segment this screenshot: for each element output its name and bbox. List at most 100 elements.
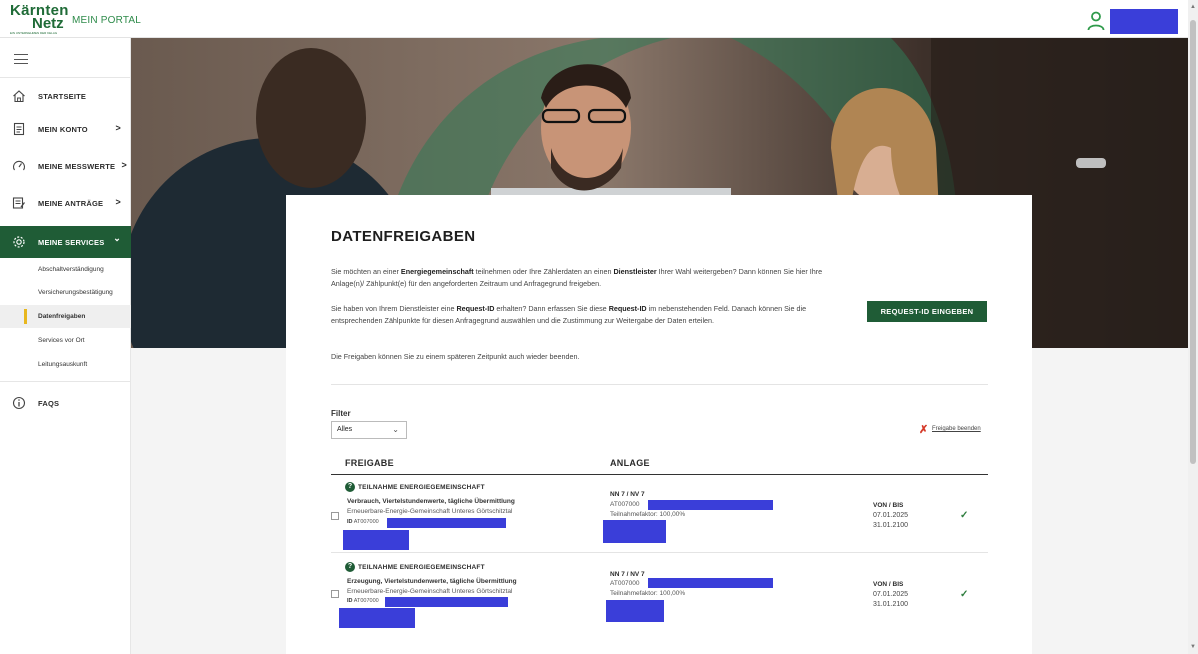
- factor-value: 100,00%: [659, 590, 686, 597]
- row-community-name: Erneuerbare-Energie-Gemeinschaft Unteres…: [347, 508, 513, 515]
- subitem-leitungsauskunft[interactable]: Leitungsauskunft: [0, 353, 131, 376]
- redacted-block: [606, 600, 664, 622]
- teilnahmefaktor: Teilnahmefaktor: 100,00%: [610, 590, 685, 597]
- home-icon: [0, 89, 38, 103]
- sidebar-item-label: MEINE SERVICES: [38, 237, 105, 247]
- user-icon[interactable]: [1087, 11, 1105, 31]
- sidebar-item-label: MEIN KONTO: [38, 124, 88, 134]
- help-icon[interactable]: ?: [345, 482, 355, 492]
- row-id: ID AT007000: [347, 598, 379, 604]
- close-icon[interactable]: ✗: [919, 423, 928, 436]
- request-id-button[interactable]: REQUEST-ID EINGEBEN: [867, 301, 987, 322]
- gauge-icon: [0, 159, 38, 173]
- text-segment: Sie haben von Ihrem Dienstleister eine: [331, 304, 457, 313]
- chevron-right-icon: >: [121, 160, 127, 170]
- sidebar-item-meine-messwerte[interactable]: MEINE MESSWERTE >: [0, 150, 131, 182]
- intro-paragraph-1: Sie möchten an einer Energiegemeinschaft…: [331, 266, 851, 289]
- row-id-label: ID: [347, 598, 353, 604]
- column-header-anlage: ANLAGE: [610, 458, 650, 468]
- check-icon: ✓: [960, 510, 969, 521]
- text-segment: erhalten? Dann erfassen Sie diese: [494, 304, 609, 313]
- kaernten-netz-logo[interactable]: Kärnten Netz EIN UNTERNEHMEN DER KELAG: [10, 2, 68, 36]
- sidebar-item-faqs[interactable]: FAQS: [0, 387, 131, 419]
- table-header-divider: [331, 474, 988, 475]
- help-icon[interactable]: ?: [345, 562, 355, 572]
- anlage-title: NN 7 / NV 7: [610, 571, 645, 578]
- row-id: ID AT007000: [347, 519, 379, 525]
- text-segment: teilnehmen oder Ihre Zählerdaten an eine…: [473, 267, 614, 276]
- text-bold-dienstleister: Dienstleister: [613, 267, 657, 276]
- top-bar: Kärnten Netz EIN UNTERNEHMEN DER KELAG M…: [0, 0, 1198, 38]
- row-checkbox[interactable]: [331, 512, 339, 520]
- filter-selected-value: Alles: [337, 426, 353, 433]
- sidebar-item-label: STARTSEITE: [38, 91, 87, 101]
- logo-text-netz: Netz: [32, 15, 64, 32]
- chevron-right-icon: >: [115, 197, 121, 207]
- form-icon: [0, 196, 38, 210]
- page-title: DATENFREIGABEN: [331, 228, 476, 245]
- hamburger-icon[interactable]: [14, 54, 28, 64]
- text-segment: Sie möchten an einer: [331, 267, 401, 276]
- filter-label: Filter: [331, 409, 351, 418]
- redacted-anlage-id: [648, 500, 773, 510]
- anlage-title: NN 7 / NV 7: [610, 491, 645, 498]
- portal-title: MEIN PORTAL: [72, 15, 142, 26]
- column-header-freigabe: FREIGABE: [345, 458, 394, 468]
- factor-label: Teilnahmefaktor:: [610, 511, 658, 518]
- sidebar-item-meine-antraege[interactable]: MEINE ANTRÄGE >: [0, 187, 131, 219]
- period-label: VON / BIS: [873, 502, 904, 509]
- redacted-id: [387, 518, 506, 528]
- page-scrollbar[interactable]: ▲ ▼: [1188, 0, 1198, 654]
- logo-tagline: EIN UNTERNEHMEN DER KELAG: [10, 31, 58, 35]
- factor-label: Teilnahmefaktor:: [610, 590, 658, 597]
- redacted-block: [339, 608, 415, 628]
- redacted-block: [603, 520, 666, 543]
- chevron-right-icon: >: [115, 123, 121, 133]
- intro-paragraph-3: Die Freigaben können Sie zu einem später…: [331, 352, 580, 361]
- subitem-datenfreigaben[interactable]: Datenfreigaben: [0, 305, 131, 328]
- row-subtitle: Verbrauch, Viertelstundenwerte, tägliche…: [347, 498, 515, 505]
- sidebar-item-label: MEINE MESSWERTE: [38, 161, 116, 171]
- scroll-up-arrow[interactable]: ▲: [1190, 4, 1196, 10]
- row-id-prefix: AT007000: [353, 598, 379, 604]
- text-bold-request-id: Request-ID: [608, 304, 647, 313]
- teilnahmefaktor: Teilnahmefaktor: 100,00%: [610, 511, 685, 518]
- period-label: VON / BIS: [873, 581, 904, 588]
- row-id-prefix: AT007000: [353, 519, 379, 525]
- subitem-versicherungsbestaetigung[interactable]: Versicherungsbestätigung: [0, 281, 131, 304]
- sidebar-item-mein-konto[interactable]: MEIN KONTO >: [0, 113, 131, 145]
- period-from: 07.01.2025: [873, 512, 909, 519]
- scroll-down-arrow[interactable]: ▼: [1190, 644, 1196, 650]
- scrollbar-thumb[interactable]: [1190, 20, 1196, 464]
- info-icon: [0, 396, 38, 410]
- redacted-id: [385, 597, 508, 607]
- row-checkbox[interactable]: [331, 590, 339, 598]
- freigabe-beenden-link[interactable]: Freigabe beenden: [932, 426, 981, 432]
- intro-paragraph-2: Sie haben von Ihrem Dienstleister eine R…: [331, 303, 851, 326]
- row-divider: [331, 552, 988, 553]
- chevron-down-icon: ⌄: [113, 233, 121, 243]
- row-title: TEILNAHME ENERGIEGEMEINSCHAFT: [358, 564, 485, 571]
- filter-select[interactable]: Alles ⌄: [331, 421, 407, 439]
- anlage-id-prefix: AT007000: [610, 580, 640, 587]
- chevron-down-icon: ⌄: [392, 425, 399, 434]
- sidebar-item-startseite[interactable]: STARTSEITE: [0, 80, 131, 112]
- text-bold-request-id: Request-ID: [456, 304, 495, 313]
- document-icon: [0, 122, 38, 136]
- period-to: 31.01.2100: [873, 522, 909, 529]
- sidebar-item-label: FAQS: [38, 398, 60, 408]
- row-subtitle: Erzeugung, Viertelstundenwerte, tägliche…: [347, 578, 517, 585]
- row-title: TEILNAHME ENERGIEGEMEINSCHAFT: [358, 484, 485, 491]
- subitem-abschaltverstaendigung[interactable]: Abschaltverständigung: [0, 258, 131, 281]
- user-name-redacted[interactable]: [1110, 9, 1178, 34]
- datenfreigaben-card: DATENFREIGABEN Sie möchten an einer Ener…: [286, 195, 1032, 654]
- row-id-label: ID: [347, 519, 353, 525]
- subitem-services-vor-ort[interactable]: Services vor Ort: [0, 329, 131, 352]
- check-icon: ✓: [960, 589, 969, 600]
- gear-icon: [0, 235, 38, 249]
- sidebar-item-meine-services[interactable]: MEINE SERVICES ⌄: [0, 226, 131, 258]
- factor-value: 100,00%: [659, 511, 686, 518]
- row-community-name: Erneuerbare-Energie-Gemeinschaft Unteres…: [347, 588, 513, 595]
- sidebar: STARTSEITE MEIN KONTO > MEINE MESSWERTE …: [0, 38, 131, 654]
- period-from: 07.01.2025: [873, 591, 909, 598]
